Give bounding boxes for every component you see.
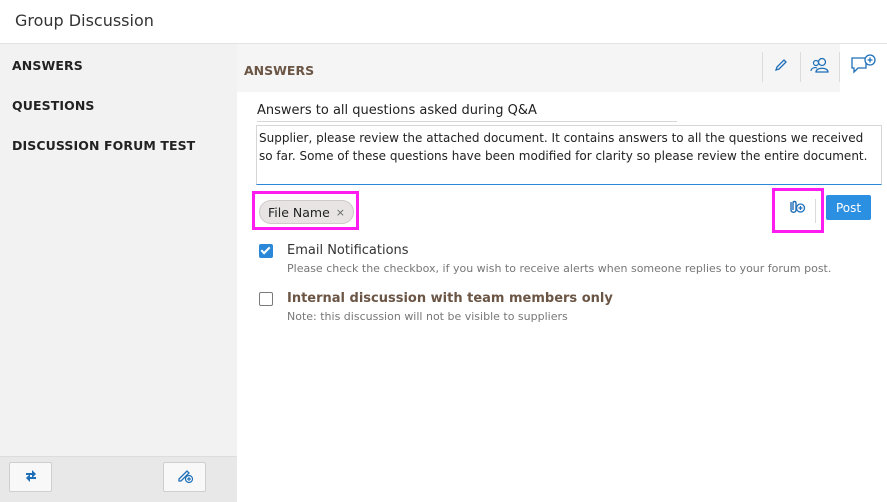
title-bar: Group Discussion — [0, 0, 887, 44]
subject-input[interactable] — [257, 100, 677, 122]
message-textarea[interactable]: Supplier, please review the attached doc… — [256, 125, 882, 185]
internal-discussion-help: Note: this discussion will not be visibl… — [287, 310, 568, 323]
section-title: ANSWERS — [244, 63, 315, 78]
post-divider — [815, 199, 816, 223]
main-panel: ANSWERS Supplier — [237, 44, 887, 502]
email-notifications-label: Email Notifications — [287, 243, 409, 258]
new-post-button[interactable] — [163, 462, 206, 492]
add-discussion-icon — [849, 53, 877, 81]
sidebar-item-questions[interactable]: QUESTIONS — [12, 98, 95, 113]
users-icon — [810, 56, 830, 78]
checkmark-icon — [260, 244, 271, 255]
edit-button[interactable] — [764, 50, 798, 84]
internal-discussion-label: Internal discussion with team members on… — [287, 291, 613, 306]
add-discussion-button[interactable] — [846, 50, 880, 84]
toolbar-divider — [800, 52, 801, 82]
sidebar-item-answers[interactable]: ANSWERS — [12, 58, 83, 73]
new-post-icon — [176, 466, 194, 488]
attachment-chip: File Name × — [259, 200, 354, 224]
email-notifications-help: Please check the checkbox, if you wish t… — [287, 262, 832, 275]
refresh-icon — [23, 467, 39, 487]
toolbar-divider — [762, 52, 763, 82]
remove-attachment-icon[interactable]: × — [336, 206, 345, 219]
window-title: Group Discussion — [15, 11, 154, 30]
sidebar: ANSWERS QUESTIONS DISCUSSION FORUM TEST — [0, 44, 237, 502]
sidebar-item-discussion-forum-test[interactable]: DISCUSSION FORUM TEST — [12, 138, 195, 153]
active-tab-caret — [853, 88, 867, 94]
post-button[interactable]: Post — [826, 195, 871, 220]
paperclip-plus-icon — [786, 198, 806, 220]
internal-discussion-checkbox[interactable] — [259, 292, 273, 306]
refresh-button[interactable] — [9, 462, 52, 492]
attachment-name: File Name — [268, 204, 330, 220]
attach-file-button[interactable] — [782, 197, 810, 221]
email-notifications-checkbox[interactable] — [259, 244, 273, 258]
edit-icon — [773, 57, 789, 77]
users-button[interactable] — [803, 50, 837, 84]
sidebar-footer — [0, 456, 237, 502]
